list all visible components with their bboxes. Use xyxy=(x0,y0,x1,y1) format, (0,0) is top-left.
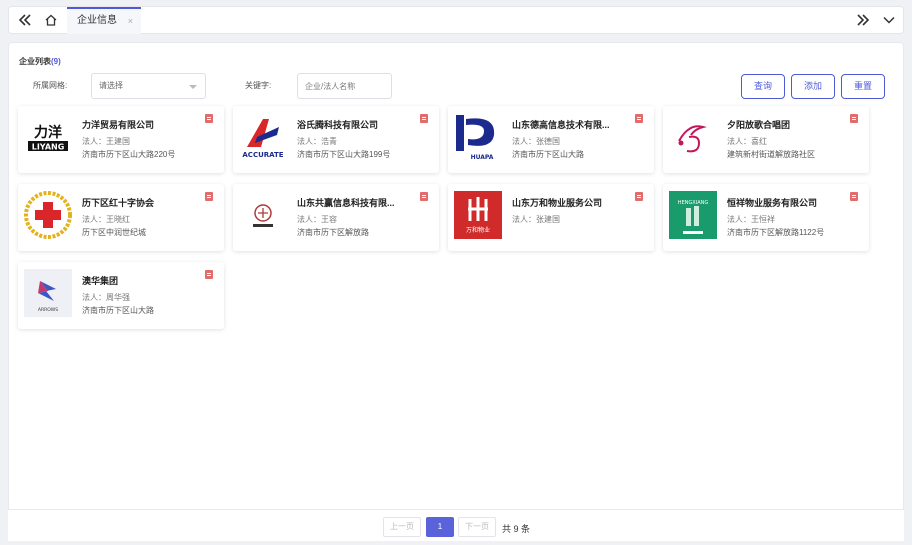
total-count: 共 9 条 xyxy=(502,524,531,534)
home-icon[interactable] xyxy=(43,12,59,28)
delete-icon[interactable] xyxy=(205,270,213,279)
company-name: 历下区红十字协会 xyxy=(82,198,155,208)
double-chevron-left-icon[interactable] xyxy=(17,12,33,28)
gongying-logo xyxy=(239,191,287,239)
company-name: 山东共赢信息科技有限... xyxy=(297,198,395,208)
company-address: 建筑新村街道解放路社区 xyxy=(727,150,815,159)
company-card[interactable]: ACCURATE 浴氏腾科技有限公司 法人：浩青 济南市历下区山大路199号 xyxy=(233,106,439,173)
page-1-button[interactable]: 1 xyxy=(426,517,454,537)
double-chevron-right-icon[interactable] xyxy=(855,12,871,28)
company-card[interactable]: ARROWS 澳华集团 法人：周华强 济南市历下区山大路 xyxy=(18,262,224,329)
delete-icon[interactable] xyxy=(205,114,213,123)
company-card[interactable]: HUAPA 山东德高信息技术有限... 法人：张德国 济南市历下区山大路 xyxy=(448,106,654,173)
delete-icon[interactable] xyxy=(420,192,428,201)
company-address: 济南市历下区解放路1122号 xyxy=(727,228,825,237)
delete-icon[interactable] xyxy=(635,114,643,123)
grid-filter-label: 所属网格: xyxy=(33,81,68,90)
caret-down-icon xyxy=(189,85,197,89)
company-card[interactable]: 山东共赢信息科技有限... 法人：王容 济南市历下区解放路 xyxy=(233,184,439,251)
company-name: 恒祥物业服务有限公司 xyxy=(727,198,818,208)
company-legal: 法人：浩青 xyxy=(297,137,337,146)
company-address: 济南市历下区山大路220号 xyxy=(82,150,176,159)
svg-text:力洋: 力洋 xyxy=(34,124,62,141)
reset-button[interactable]: 重置 xyxy=(841,74,885,99)
wanhe-logo: 万和物业 xyxy=(454,191,502,239)
company-address: 济南市历下区解放路 xyxy=(297,228,369,237)
company-card[interactable]: 力洋 LIYANG 力洋贸易有限公司 法人：王建国 济南市历下区山大路220号 xyxy=(18,106,224,173)
svg-text:ARROWS: ARROWS xyxy=(38,307,58,313)
grid-select-value: 请选择 xyxy=(99,81,123,90)
company-address: 济南市历下区山大路199号 xyxy=(297,150,391,159)
svg-text:HUAPA: HUAPA xyxy=(471,154,494,161)
company-legal: 法人：王容 xyxy=(297,215,337,224)
tab-company-info[interactable]: 企业信息 × xyxy=(67,7,141,34)
keyword-input[interactable] xyxy=(297,73,392,99)
huapa-logo: HUAPA xyxy=(454,113,502,161)
company-name: 澳华集团 xyxy=(82,276,119,286)
arrows-logo: ARROWS xyxy=(24,269,72,317)
accurate-logo: ACCURATE xyxy=(239,113,287,161)
company-name: 力洋贸易有限公司 xyxy=(82,120,155,130)
company-card[interactable]: 夕阳放歌合唱团 法人：喜红 建筑新村街道解放路社区 xyxy=(663,106,869,173)
company-card[interactable]: HENGXIANG 恒祥物业服务有限公司 法人：王恒祥 济南市历下区解放路112… xyxy=(663,184,869,251)
hengxiang-logo: HENGXIANG xyxy=(669,191,717,239)
delete-icon[interactable] xyxy=(205,192,213,201)
chevron-down-icon[interactable] xyxy=(881,12,897,28)
keyword-label: 关键字: xyxy=(245,81,272,90)
svg-text:LIYANG: LIYANG xyxy=(32,143,65,152)
company-legal: 法人：王建国 xyxy=(82,137,130,146)
liyang-logo: 力洋 LIYANG xyxy=(24,113,72,161)
svg-text:ACCURATE: ACCURATE xyxy=(242,151,283,159)
company-name: 浴氏腾科技有限公司 xyxy=(297,120,379,130)
add-button[interactable]: 添加 xyxy=(791,74,835,99)
list-title-text: 企业列表 xyxy=(19,57,51,66)
company-address: 历下区中润世纪城 xyxy=(82,228,146,237)
tab-label: 企业信息 xyxy=(77,15,117,26)
tab-close-icon[interactable]: × xyxy=(128,9,133,33)
svg-text:HENGXIANG: HENGXIANG xyxy=(678,200,709,206)
company-legal: 法人：张建国 xyxy=(512,215,560,224)
company-address: 济南市历下区山大路 xyxy=(512,150,584,159)
delete-icon[interactable] xyxy=(420,114,428,123)
company-name: 山东万和物业服务公司 xyxy=(512,198,603,208)
list-title: 企业列表(9) xyxy=(19,56,61,67)
company-name: 夕阳放歌合唱团 xyxy=(727,120,791,130)
company-name: 山东德高信息技术有限... xyxy=(512,120,610,130)
pagination: 上一页 1 下一页 共 9 条 xyxy=(8,509,904,541)
company-legal: 法人：王恒祥 xyxy=(727,215,775,224)
red-cross-logo xyxy=(24,191,72,239)
company-card[interactable]: 万和物业 山东万和物业服务公司 法人：张建国 xyxy=(448,184,654,251)
delete-icon[interactable] xyxy=(850,114,858,123)
delete-icon[interactable] xyxy=(635,192,643,201)
svg-text:万和物业: 万和物业 xyxy=(466,226,490,234)
company-legal: 法人：周华强 xyxy=(82,293,130,302)
company-card[interactable]: 历下区红十字协会 法人：王晓红 历下区中润世纪城 xyxy=(18,184,224,251)
list-count: (9) xyxy=(51,57,61,66)
prev-page-button[interactable]: 上一页 xyxy=(383,517,421,537)
company-legal: 法人：喜红 xyxy=(727,137,767,146)
company-legal: 法人：王晓红 xyxy=(82,215,130,224)
next-page-button[interactable]: 下一页 xyxy=(458,517,496,537)
grid-select[interactable]: 请选择 xyxy=(91,73,206,99)
company-address: 济南市历下区山大路 xyxy=(82,306,154,315)
delete-icon[interactable] xyxy=(850,192,858,201)
tab-bar: 企业信息 × xyxy=(8,6,904,34)
query-button[interactable]: 查询 xyxy=(741,74,785,99)
company-legal: 法人：张德国 xyxy=(512,137,560,146)
choir-logo xyxy=(669,113,717,161)
